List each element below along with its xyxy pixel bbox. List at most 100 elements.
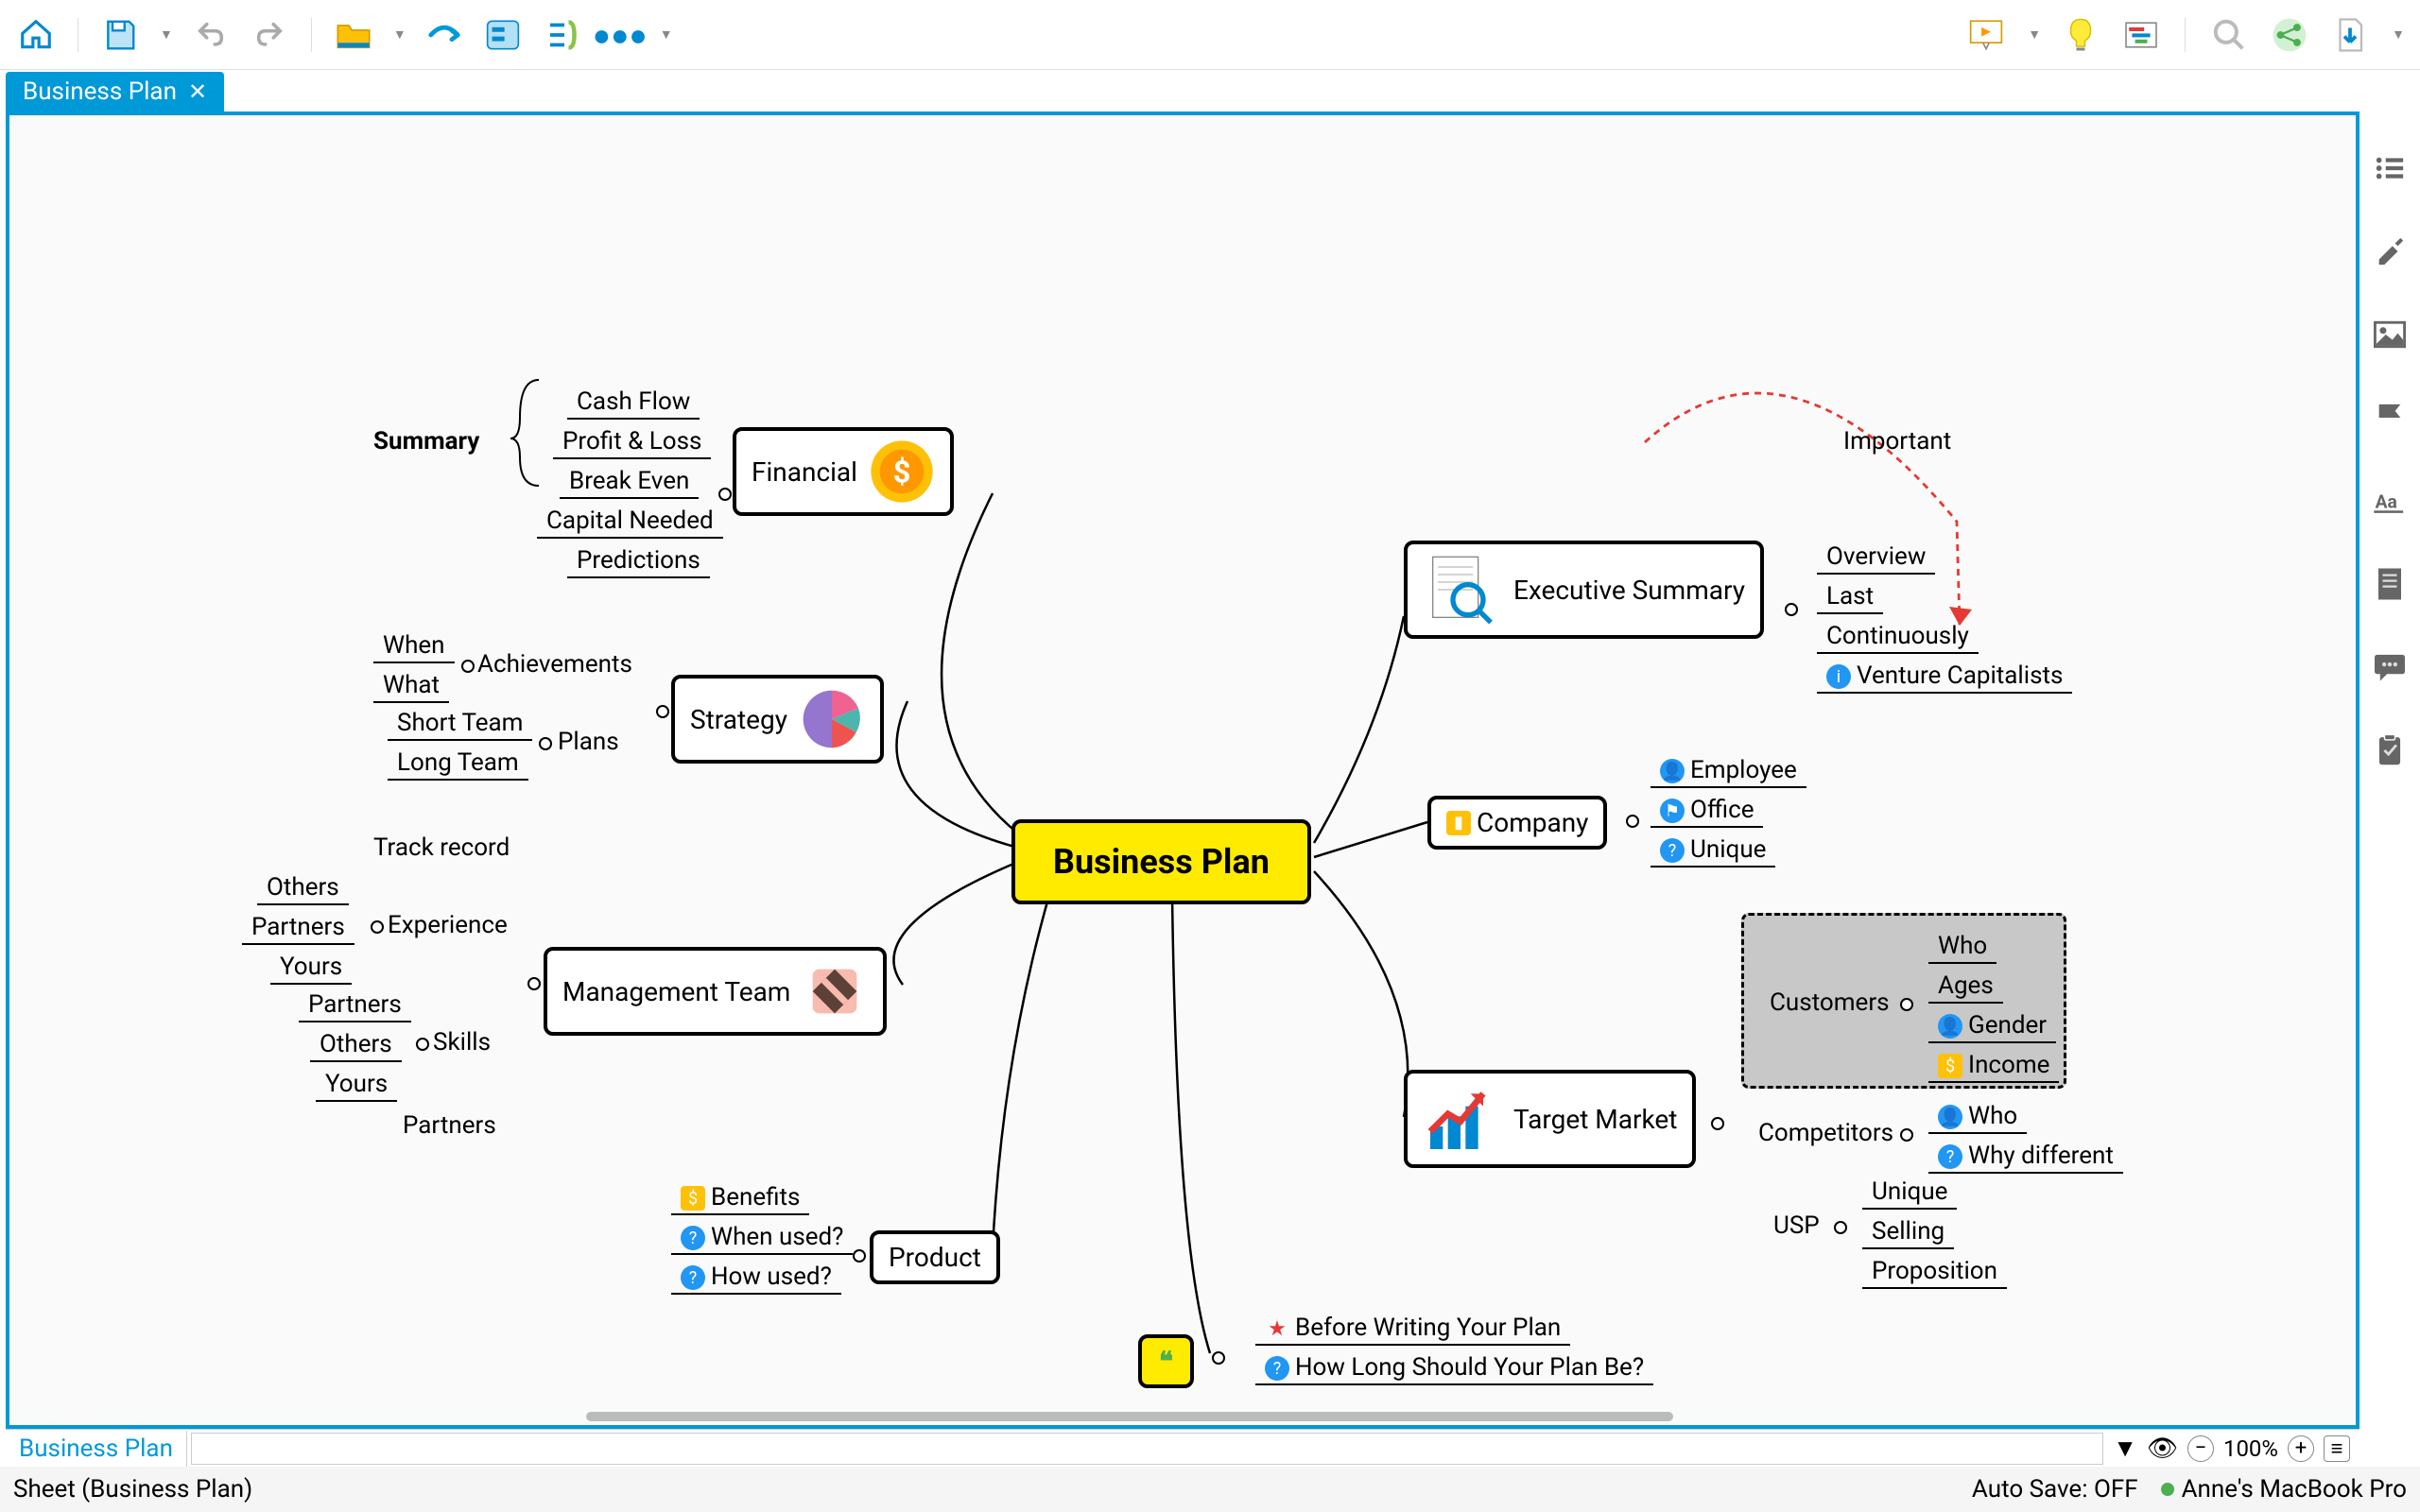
summary-label[interactable]: Summary bbox=[373, 427, 479, 455]
leaf-capital[interactable]: Capital Needed bbox=[537, 505, 723, 539]
leaf-before-writing[interactable]: ★Before Writing Your Plan bbox=[1255, 1312, 1570, 1346]
port-skills[interactable] bbox=[416, 1038, 429, 1051]
customers-label[interactable]: Customers bbox=[1770, 988, 1890, 1017]
port-strategy[interactable] bbox=[656, 705, 669, 718]
notes-panel-icon[interactable] bbox=[2371, 565, 2409, 603]
leaf-longteam[interactable]: Long Team bbox=[388, 747, 528, 781]
leaf-comp-who[interactable]: 👤Who bbox=[1928, 1100, 2027, 1134]
presentation-dropdown-caret[interactable]: ▼ bbox=[2028, 26, 2041, 43]
leaf-predictions[interactable]: Predictions bbox=[567, 544, 710, 578]
sheet-tab[interactable]: Business Plan bbox=[6, 1431, 187, 1467]
folder-dropdown-caret[interactable]: ▼ bbox=[393, 26, 406, 43]
leaf-howlong[interactable]: ?How Long Should Your Plan Be? bbox=[1255, 1351, 1653, 1385]
leaf-what[interactable]: What bbox=[373, 669, 449, 703]
port-product[interactable] bbox=[853, 1249, 866, 1263]
trackrecord-label[interactable]: Track record bbox=[373, 833, 510, 862]
port-customers[interactable] bbox=[1900, 998, 1913, 1011]
leaf-office[interactable]: ⚑Office bbox=[1651, 794, 1763, 828]
zoom-in-button[interactable]: + bbox=[2288, 1435, 2314, 1462]
search-icon[interactable] bbox=[2208, 14, 2250, 56]
leaf-cashflow[interactable]: Cash Flow bbox=[567, 386, 700, 420]
port-financial[interactable] bbox=[718, 488, 732, 501]
export-icon[interactable] bbox=[2329, 14, 2371, 56]
experience-label[interactable]: Experience bbox=[388, 911, 508, 939]
leaf-sk-yours[interactable]: Yours bbox=[316, 1068, 397, 1102]
leaf-benefits[interactable]: $Benefits bbox=[671, 1181, 809, 1215]
leaf-usp-prop[interactable]: Proposition bbox=[1862, 1255, 2007, 1289]
skills-label[interactable]: Skills bbox=[433, 1028, 491, 1057]
mindmap-canvas[interactable]: Business Plan Financial $ Summary Cash F… bbox=[9, 115, 2356, 1425]
leaf-employee[interactable]: 👤Employee bbox=[1651, 754, 1806, 788]
leaf-continuously[interactable]: Continuously bbox=[1817, 620, 1979, 654]
leaf-overview[interactable]: Overview bbox=[1817, 541, 1935, 575]
leaf-whenused[interactable]: ?When used? bbox=[671, 1221, 853, 1255]
node-company[interactable]: ▮ Company bbox=[1427, 796, 1607, 850]
leaf-cust-who[interactable]: Who bbox=[1928, 930, 1996, 964]
port-achievements[interactable] bbox=[461, 660, 475, 673]
competitors-label[interactable]: Competitors bbox=[1758, 1119, 1893, 1147]
leaf-exp-yours[interactable]: Yours bbox=[270, 951, 352, 985]
port-plans[interactable] bbox=[539, 737, 552, 750]
more-icon[interactable]: ●●● bbox=[599, 14, 641, 56]
leaf-exp-partners[interactable]: Partners bbox=[242, 911, 354, 945]
port-competitors[interactable] bbox=[1900, 1128, 1913, 1142]
port-exec[interactable] bbox=[1785, 603, 1798, 616]
port-exp[interactable] bbox=[371, 920, 384, 934]
horizontal-scrollbar-thumb[interactable] bbox=[586, 1412, 1673, 1421]
export-dropdown-caret[interactable]: ▼ bbox=[2392, 26, 2405, 43]
leaf-sk-partners[interactable]: Partners bbox=[299, 988, 411, 1022]
redo-icon[interactable] bbox=[249, 14, 290, 56]
node-product[interactable]: Product bbox=[870, 1230, 1000, 1284]
sheet-name-input[interactable] bbox=[191, 1433, 2103, 1465]
task-panel-icon[interactable] bbox=[2371, 731, 2409, 769]
leaf-cust-income[interactable]: $Income bbox=[1928, 1049, 2059, 1083]
leaf-usp-unique[interactable]: Unique bbox=[1862, 1176, 1957, 1210]
presentation-icon[interactable] bbox=[1965, 14, 2007, 56]
port-company[interactable] bbox=[1626, 815, 1639, 828]
port-usp[interactable] bbox=[1834, 1221, 1847, 1234]
important-label[interactable]: Important bbox=[1843, 427, 1951, 455]
achievements-label[interactable]: Achievements bbox=[477, 650, 632, 679]
visibility-icon[interactable]: 👁 bbox=[2147, 1435, 2178, 1463]
leaf-cust-ages[interactable]: Ages bbox=[1928, 970, 2003, 1004]
leaf-when[interactable]: When bbox=[373, 629, 455, 663]
save-dropdown-caret[interactable]: ▼ bbox=[160, 26, 173, 43]
node-executive[interactable]: Executive Summary bbox=[1404, 541, 1764, 639]
leaf-unique[interactable]: ?Unique bbox=[1651, 833, 1775, 868]
leaf-howused[interactable]: ?How used? bbox=[671, 1261, 841, 1295]
home-icon[interactable] bbox=[15, 14, 57, 56]
canvas-viewport[interactable]: Business Plan Financial $ Summary Cash F… bbox=[6, 112, 2360, 1429]
image-panel-icon[interactable] bbox=[2371, 316, 2409, 353]
outline-panel-icon[interactable] bbox=[2371, 149, 2409, 187]
leaf-breakeven[interactable]: Break Even bbox=[560, 465, 699, 499]
leaf-profitloss[interactable]: Profit & Loss bbox=[553, 425, 711, 459]
gantt-icon[interactable] bbox=[2120, 14, 2162, 56]
text-panel-icon[interactable]: Aa bbox=[2371, 482, 2409, 520]
node-management[interactable]: Management Team bbox=[544, 947, 887, 1036]
leaf-last[interactable]: Last bbox=[1817, 580, 1883, 614]
leaf-cust-gender[interactable]: 👤Gender bbox=[1928, 1009, 2056, 1043]
leaf-shortteam[interactable]: Short Team bbox=[388, 707, 532, 741]
central-topic[interactable]: Business Plan bbox=[1011, 819, 1311, 904]
undo-icon[interactable] bbox=[190, 14, 232, 56]
node-notes[interactable]: ❝ bbox=[1138, 1334, 1194, 1388]
leaf-comp-why[interactable]: ?Why different bbox=[1928, 1140, 2123, 1174]
tab-business-plan[interactable]: Business Plan ✕ bbox=[6, 72, 224, 112]
filter-icon[interactable]: ▼ bbox=[2113, 1434, 2137, 1463]
folder-icon[interactable] bbox=[333, 14, 374, 56]
partners-label[interactable]: Partners bbox=[403, 1111, 496, 1140]
plans-label[interactable]: Plans bbox=[558, 728, 619, 756]
fit-button[interactable]: ≡ bbox=[2324, 1435, 2350, 1462]
port-target[interactable] bbox=[1711, 1117, 1724, 1130]
port-notes[interactable] bbox=[1212, 1351, 1225, 1365]
usp-label[interactable]: USP bbox=[1773, 1211, 1820, 1240]
summary-icon[interactable] bbox=[541, 14, 582, 56]
leaf-sk-others[interactable]: Others bbox=[310, 1028, 402, 1062]
save-icon[interactable] bbox=[99, 14, 141, 56]
node-strategy[interactable]: Strategy bbox=[671, 675, 884, 764]
share-icon[interactable] bbox=[2269, 14, 2310, 56]
node-financial[interactable]: Financial $ bbox=[733, 427, 954, 516]
relationship-icon[interactable] bbox=[424, 14, 465, 56]
format-panel-icon[interactable] bbox=[2371, 232, 2409, 270]
leaf-venture[interactable]: iVenture Capitalists bbox=[1817, 660, 2072, 694]
